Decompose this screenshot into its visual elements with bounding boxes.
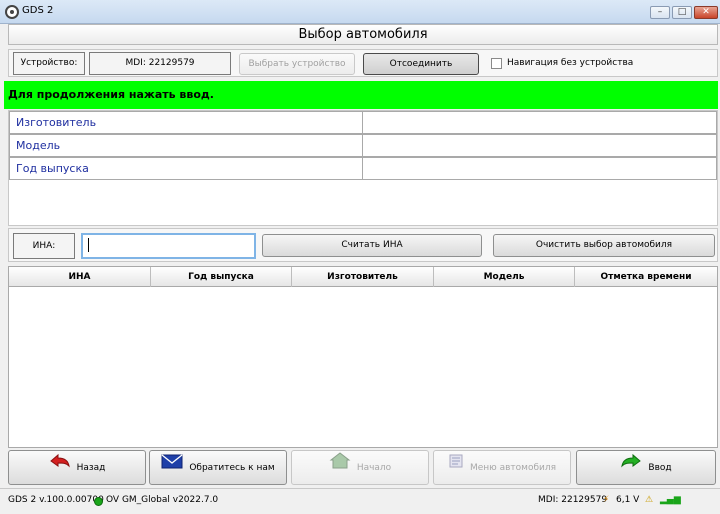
- vin-label: ИНА:: [13, 233, 75, 259]
- column-year[interactable]: Год выпуска: [151, 267, 292, 287]
- clear-vehicle-button[interactable]: Очистить выбор автомобиля: [493, 234, 715, 257]
- status-footer: GDS 2 v.100.0.00700 OV GM_Global v2022.7…: [0, 488, 720, 514]
- make-value[interactable]: [363, 111, 717, 134]
- window-title: GDS 2: [22, 5, 54, 16]
- maximize-button[interactable]: □: [672, 6, 692, 19]
- minimize-button[interactable]: –: [650, 6, 670, 19]
- footer-device-text: MDI: 22129579: [538, 495, 608, 505]
- device-value: MDI: 22129579: [89, 52, 231, 75]
- menu-icon: [448, 451, 464, 484]
- vehicle-info-table: Изготовитель Модель Год выпуска: [8, 110, 718, 226]
- column-vin[interactable]: ИНА: [9, 267, 151, 287]
- vehicle-row-year: Год выпуска: [9, 157, 717, 180]
- vehicle-row-make: Изготовитель: [9, 111, 717, 134]
- database-text: OV GM_Global v2022.7.0: [106, 495, 219, 505]
- table-header: ИНА Год выпуска Изготовитель Модель Отме…: [9, 267, 717, 287]
- year-value[interactable]: [363, 157, 717, 180]
- nav-without-device-checkbox[interactable]: [491, 58, 502, 69]
- contact-label: Обратитесь к нам: [189, 463, 275, 473]
- vehicle-row-model: Модель: [9, 134, 717, 157]
- vehicle-history-table[interactable]: ИНА Год выпуска Изготовитель Модель Отме…: [8, 266, 718, 448]
- vehicle-menu-button[interactable]: Меню автомобиля: [433, 450, 571, 485]
- voltage-icon: ⚡: [603, 495, 610, 505]
- vin-toolbar: ИНА: Считать ИНА Очистить выбор автомоби…: [8, 228, 718, 262]
- window-titlebar: GDS 2 – □ ✕: [0, 0, 720, 24]
- envelope-icon: [161, 451, 183, 484]
- make-label: Изготовитель: [9, 111, 363, 134]
- contact-button[interactable]: Обратитесь к нам: [149, 450, 287, 485]
- year-label: Год выпуска: [9, 157, 363, 180]
- warning-icon: ⚠: [645, 495, 654, 505]
- back-arrow-icon: [49, 451, 71, 484]
- column-model[interactable]: Модель: [434, 267, 575, 287]
- back-label: Назад: [76, 463, 106, 473]
- home-button[interactable]: Начало: [291, 450, 429, 485]
- status-message: Для продолжения нажать ввод.: [4, 81, 718, 109]
- vehicle-menu-label: Меню автомобиля: [469, 463, 557, 473]
- home-icon: [329, 451, 351, 484]
- read-vin-button[interactable]: Считать ИНА: [262, 234, 482, 257]
- vin-input[interactable]: [81, 233, 256, 259]
- column-make[interactable]: Изготовитель: [292, 267, 434, 287]
- app-icon: [5, 5, 19, 19]
- enter-label: Ввод: [648, 463, 672, 473]
- nav-without-device-label: Навигация без устройства: [507, 58, 634, 68]
- bottom-toolbar: Назад Обратитесь к нам Начало Меню автом…: [6, 450, 718, 486]
- back-button[interactable]: Назад: [8, 450, 146, 485]
- close-button[interactable]: ✕: [694, 6, 718, 19]
- text-caret: [88, 238, 89, 252]
- select-device-button[interactable]: Выбрать устройство: [239, 53, 355, 75]
- page-title: Выбор автомобиля: [8, 24, 718, 45]
- enter-arrow-icon: [620, 451, 642, 484]
- home-label: Начало: [356, 463, 392, 473]
- model-value[interactable]: [363, 134, 717, 157]
- signal-icon: ▂▄▆: [660, 495, 681, 505]
- column-timestamp[interactable]: Отметка времени: [575, 267, 717, 287]
- device-label: Устройство:: [13, 52, 85, 75]
- version-text: GDS 2 v.100.0.00700: [8, 495, 104, 505]
- model-label: Модель: [9, 134, 363, 157]
- connection-status-icon: [94, 497, 103, 506]
- voltage-text: 6,1 V: [616, 495, 640, 505]
- disconnect-button[interactable]: Отсоединить: [363, 53, 479, 75]
- enter-button[interactable]: Ввод: [576, 450, 716, 485]
- device-toolbar: Устройство: MDI: 22129579 Выбрать устрой…: [8, 49, 718, 77]
